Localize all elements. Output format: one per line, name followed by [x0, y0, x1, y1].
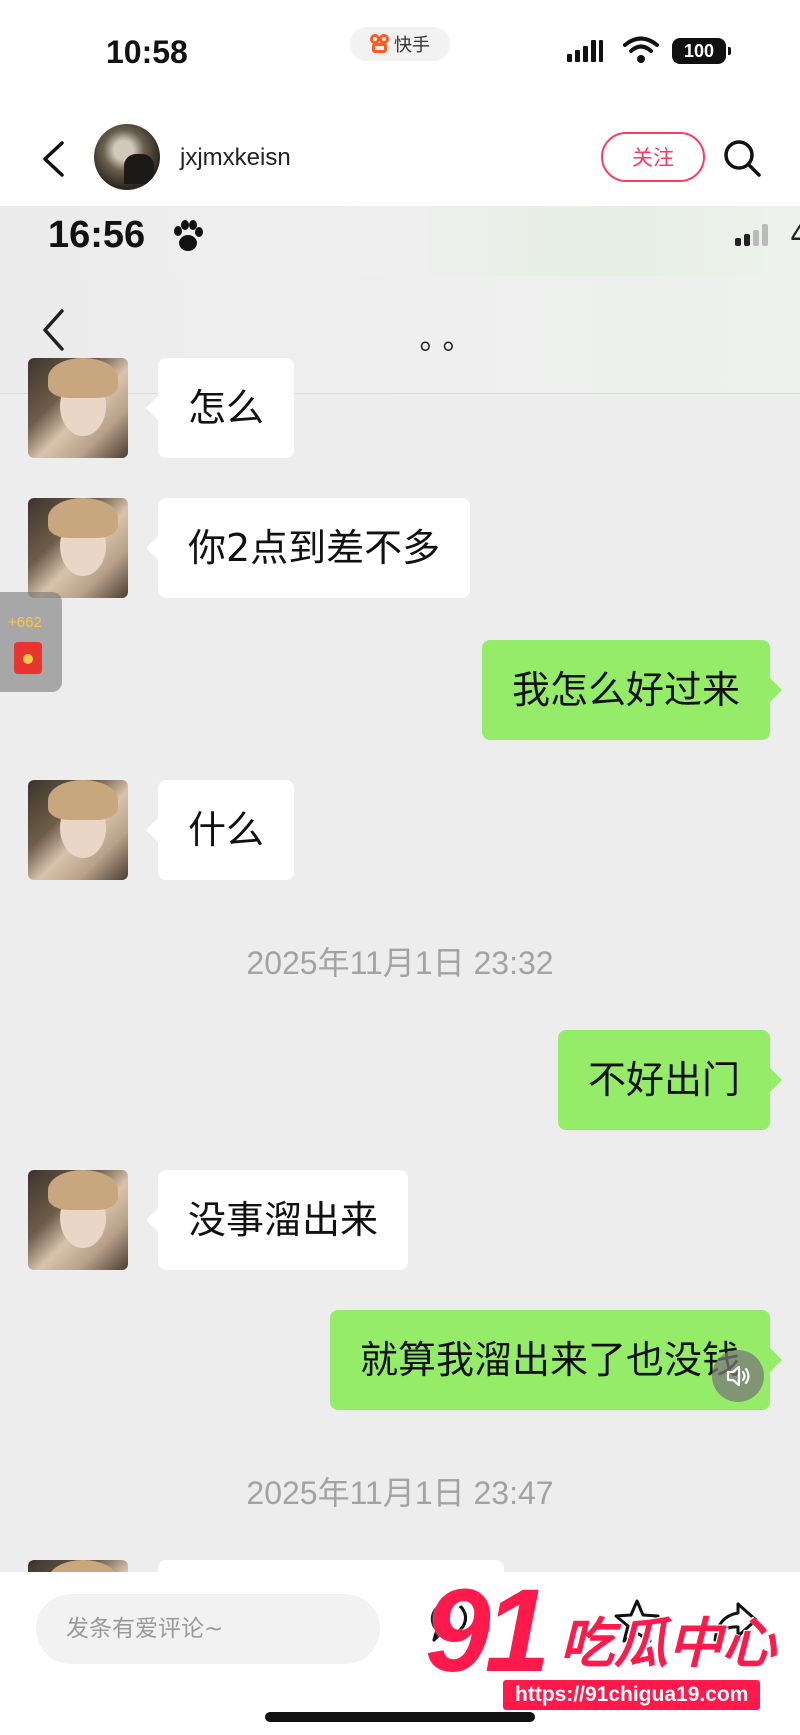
status-time: 10:58 [106, 34, 188, 70]
incoming-message-bubble[interactable]: 你2点到差不多 [145, 498, 471, 598]
battery-icon: 100 [672, 38, 731, 64]
contact-avatar[interactable] [28, 358, 128, 458]
contact-avatar[interactable] [28, 1560, 128, 1572]
incoming-message-bubble[interactable]: 什么 [145, 780, 295, 880]
message-row: 什么 [0, 780, 800, 880]
message-list: 怎么 你2点到差不多 我怎么好过来 什么 2025年11月1日 23:32 不好… [0, 358, 800, 1572]
speaker-icon [726, 1365, 750, 1387]
chat-status-bar: 16:56 4 [0, 206, 800, 276]
incoming-message-bubble-partial [158, 1560, 504, 1572]
red-packet-amount: +662 [8, 614, 42, 631]
signal-icon [567, 40, 603, 62]
message-row: 我怎么好过来 [0, 640, 800, 740]
message-row [0, 1560, 800, 1572]
chat-screenshot: 16:56 4 。。 怎么 你2点到差不多 我怎么好过来 什么 2025年11月… [0, 206, 800, 1572]
back-arrow-icon[interactable] [40, 140, 66, 178]
chat-status-time: 16:56 [48, 214, 146, 256]
chat-network-label: 4 [790, 218, 800, 253]
timestamp-divider: 2025年11月1日 23:47 [246, 1475, 554, 1511]
screen: 10:58 快手 100 jxjmxkeisn 关注 16:56 4 。。 怎么… [0, 0, 800, 1735]
share-icon[interactable] [710, 1596, 760, 1646]
author-avatar[interactable] [94, 124, 160, 190]
app-name: 快手 [394, 35, 430, 56]
star-icon[interactable] [612, 1596, 662, 1646]
comment-count: 3 [438, 1652, 449, 1672]
chat-signal-icon [735, 224, 768, 246]
paw-icon [174, 220, 203, 251]
outgoing-message-bubble[interactable]: 我怎么好过来 [481, 640, 783, 740]
author-username[interactable]: jxjmxkeisn [180, 144, 291, 172]
search-icon[interactable] [722, 138, 762, 178]
contact-avatar[interactable] [28, 498, 128, 598]
message-row: 你2点到差不多 [0, 498, 800, 598]
bottom-comment-bar: 3 [0, 1572, 800, 1735]
status-bar: 10:58 快手 100 [0, 0, 800, 110]
outgoing-message-bubble[interactable]: 就算我溜出来了也没钱 [329, 1310, 783, 1410]
sound-toggle-button[interactable] [712, 1350, 764, 1402]
chat-title: 。。 [419, 322, 481, 357]
kuaishou-logo-icon [370, 34, 390, 54]
app-indicator-pill[interactable]: 快手 [350, 27, 450, 61]
comment-icon[interactable] [428, 1596, 478, 1646]
incoming-message-bubble[interactable]: 怎么 [145, 358, 295, 458]
incoming-message-bubble[interactable]: 没事溜出来 [145, 1170, 409, 1270]
home-indicator[interactable] [265, 1712, 535, 1722]
follow-button[interactable]: 关注 [601, 132, 705, 182]
message-row: 不好出门 [0, 1030, 800, 1130]
contact-avatar[interactable] [28, 1170, 128, 1270]
chat-back-icon[interactable] [40, 308, 66, 352]
profile-header: jxjmxkeisn 关注 [0, 110, 800, 206]
message-row: 没事溜出来 [0, 1170, 800, 1270]
red-envelope-icon [14, 642, 42, 674]
contact-avatar[interactable] [28, 780, 128, 880]
timestamp-divider: 2025年11月1日 23:32 [246, 945, 554, 981]
outgoing-message-bubble[interactable]: 不好出门 [557, 1030, 783, 1130]
comment-input[interactable] [36, 1594, 380, 1664]
message-row: 就算我溜出来了也没钱 [0, 1310, 800, 1410]
wifi-icon [623, 36, 659, 63]
message-row: 怎么 [0, 358, 800, 458]
red-packet-widget[interactable]: +662 [0, 592, 62, 692]
